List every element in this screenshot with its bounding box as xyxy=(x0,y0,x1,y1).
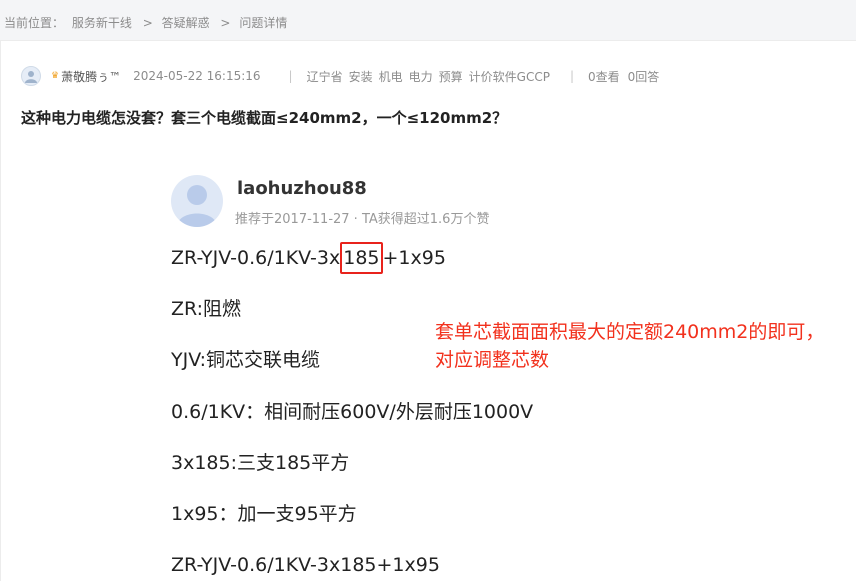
spec-prefix: ZR-YJV-0.6/1KV-3x xyxy=(171,247,341,269)
breadcrumb-item-current: 问题详情 xyxy=(239,16,288,30)
breadcrumb-separator: > xyxy=(220,16,231,30)
breadcrumb-label: 当前位置： xyxy=(4,16,65,30)
question-author-name: 萧敬腾ぅ™ xyxy=(61,69,122,84)
user-avatar-icon[interactable] xyxy=(21,66,41,86)
breadcrumb-item-qa[interactable]: 答疑解惑 xyxy=(162,16,210,30)
tag-pricing-software[interactable]: 计价软件GCCP xyxy=(469,68,550,85)
breadcrumb-item-service[interactable]: 服务新干线 xyxy=(72,16,132,30)
breadcrumb-separator: > xyxy=(142,16,153,30)
answer-line-zr: ZR:阻燃 xyxy=(171,298,242,320)
answer-line-3x185: 3x185:三支185平方 xyxy=(171,452,350,474)
divider: | xyxy=(288,69,293,83)
annotation-note: 套单芯截面面积最大的定额240mm2的即可，对应调整芯数 xyxy=(435,321,825,371)
highlighted-size: 185 xyxy=(340,242,383,274)
spec-suffix: +1x95 xyxy=(382,247,446,269)
answer-count: 0回答 xyxy=(627,69,660,84)
answer-info: 推荐于2017-11-27 · TA获得超过1.6万个赞 xyxy=(235,212,490,227)
question-meta: ♛ 萧敬腾ぅ™ 2024-05-22 16:15:16 | 辽宁省 安装 机电 … xyxy=(21,66,667,86)
question-author[interactable]: ♛ 萧敬腾ぅ™ xyxy=(51,68,121,85)
breadcrumb: 当前位置： 服务新干线 > 答疑解惑 > 问题详情 xyxy=(4,14,291,31)
divider: | xyxy=(569,69,575,83)
tag-electric-power[interactable]: 电力 xyxy=(409,68,433,85)
answer-line-spec-repeat: ZR-YJV-0.6/1KV-3x185+1x95 xyxy=(171,554,440,576)
tag-budget[interactable]: 预算 xyxy=(439,68,463,85)
answer-line-1x95: 1x95：加一支95平方 xyxy=(171,503,357,525)
answer-line-voltage: 0.6/1KV：相间耐压600V/外层耐压1000V xyxy=(171,401,534,423)
question-title: 这种电力电缆怎没套？套三个电缆截面≤240mm2，一个≤120mm2？ xyxy=(21,109,508,127)
question-card: ♛ 萧敬腾ぅ™ 2024-05-22 16:15:16 | 辽宁省 安装 机电 … xyxy=(0,40,856,581)
crown-icon: ♛ xyxy=(51,71,60,81)
answer-spec-line: ZR-YJV-0.6/1KV-3x 185 +1x95 xyxy=(171,242,446,274)
view-count: 0查看 xyxy=(588,69,620,84)
answer-avatar-icon[interactable] xyxy=(171,175,223,227)
tag-mechanical-electrical[interactable]: 机电 xyxy=(379,68,403,85)
question-time: 2024-05-22 16:15:16 xyxy=(133,69,261,83)
answer-author[interactable]: laohuzhou88 xyxy=(237,178,367,199)
answer-line-yjv: YJV:铜芯交联电缆 xyxy=(171,349,321,371)
region-tag[interactable]: 辽宁省 xyxy=(307,68,343,85)
tag-install[interactable]: 安装 xyxy=(349,68,373,85)
